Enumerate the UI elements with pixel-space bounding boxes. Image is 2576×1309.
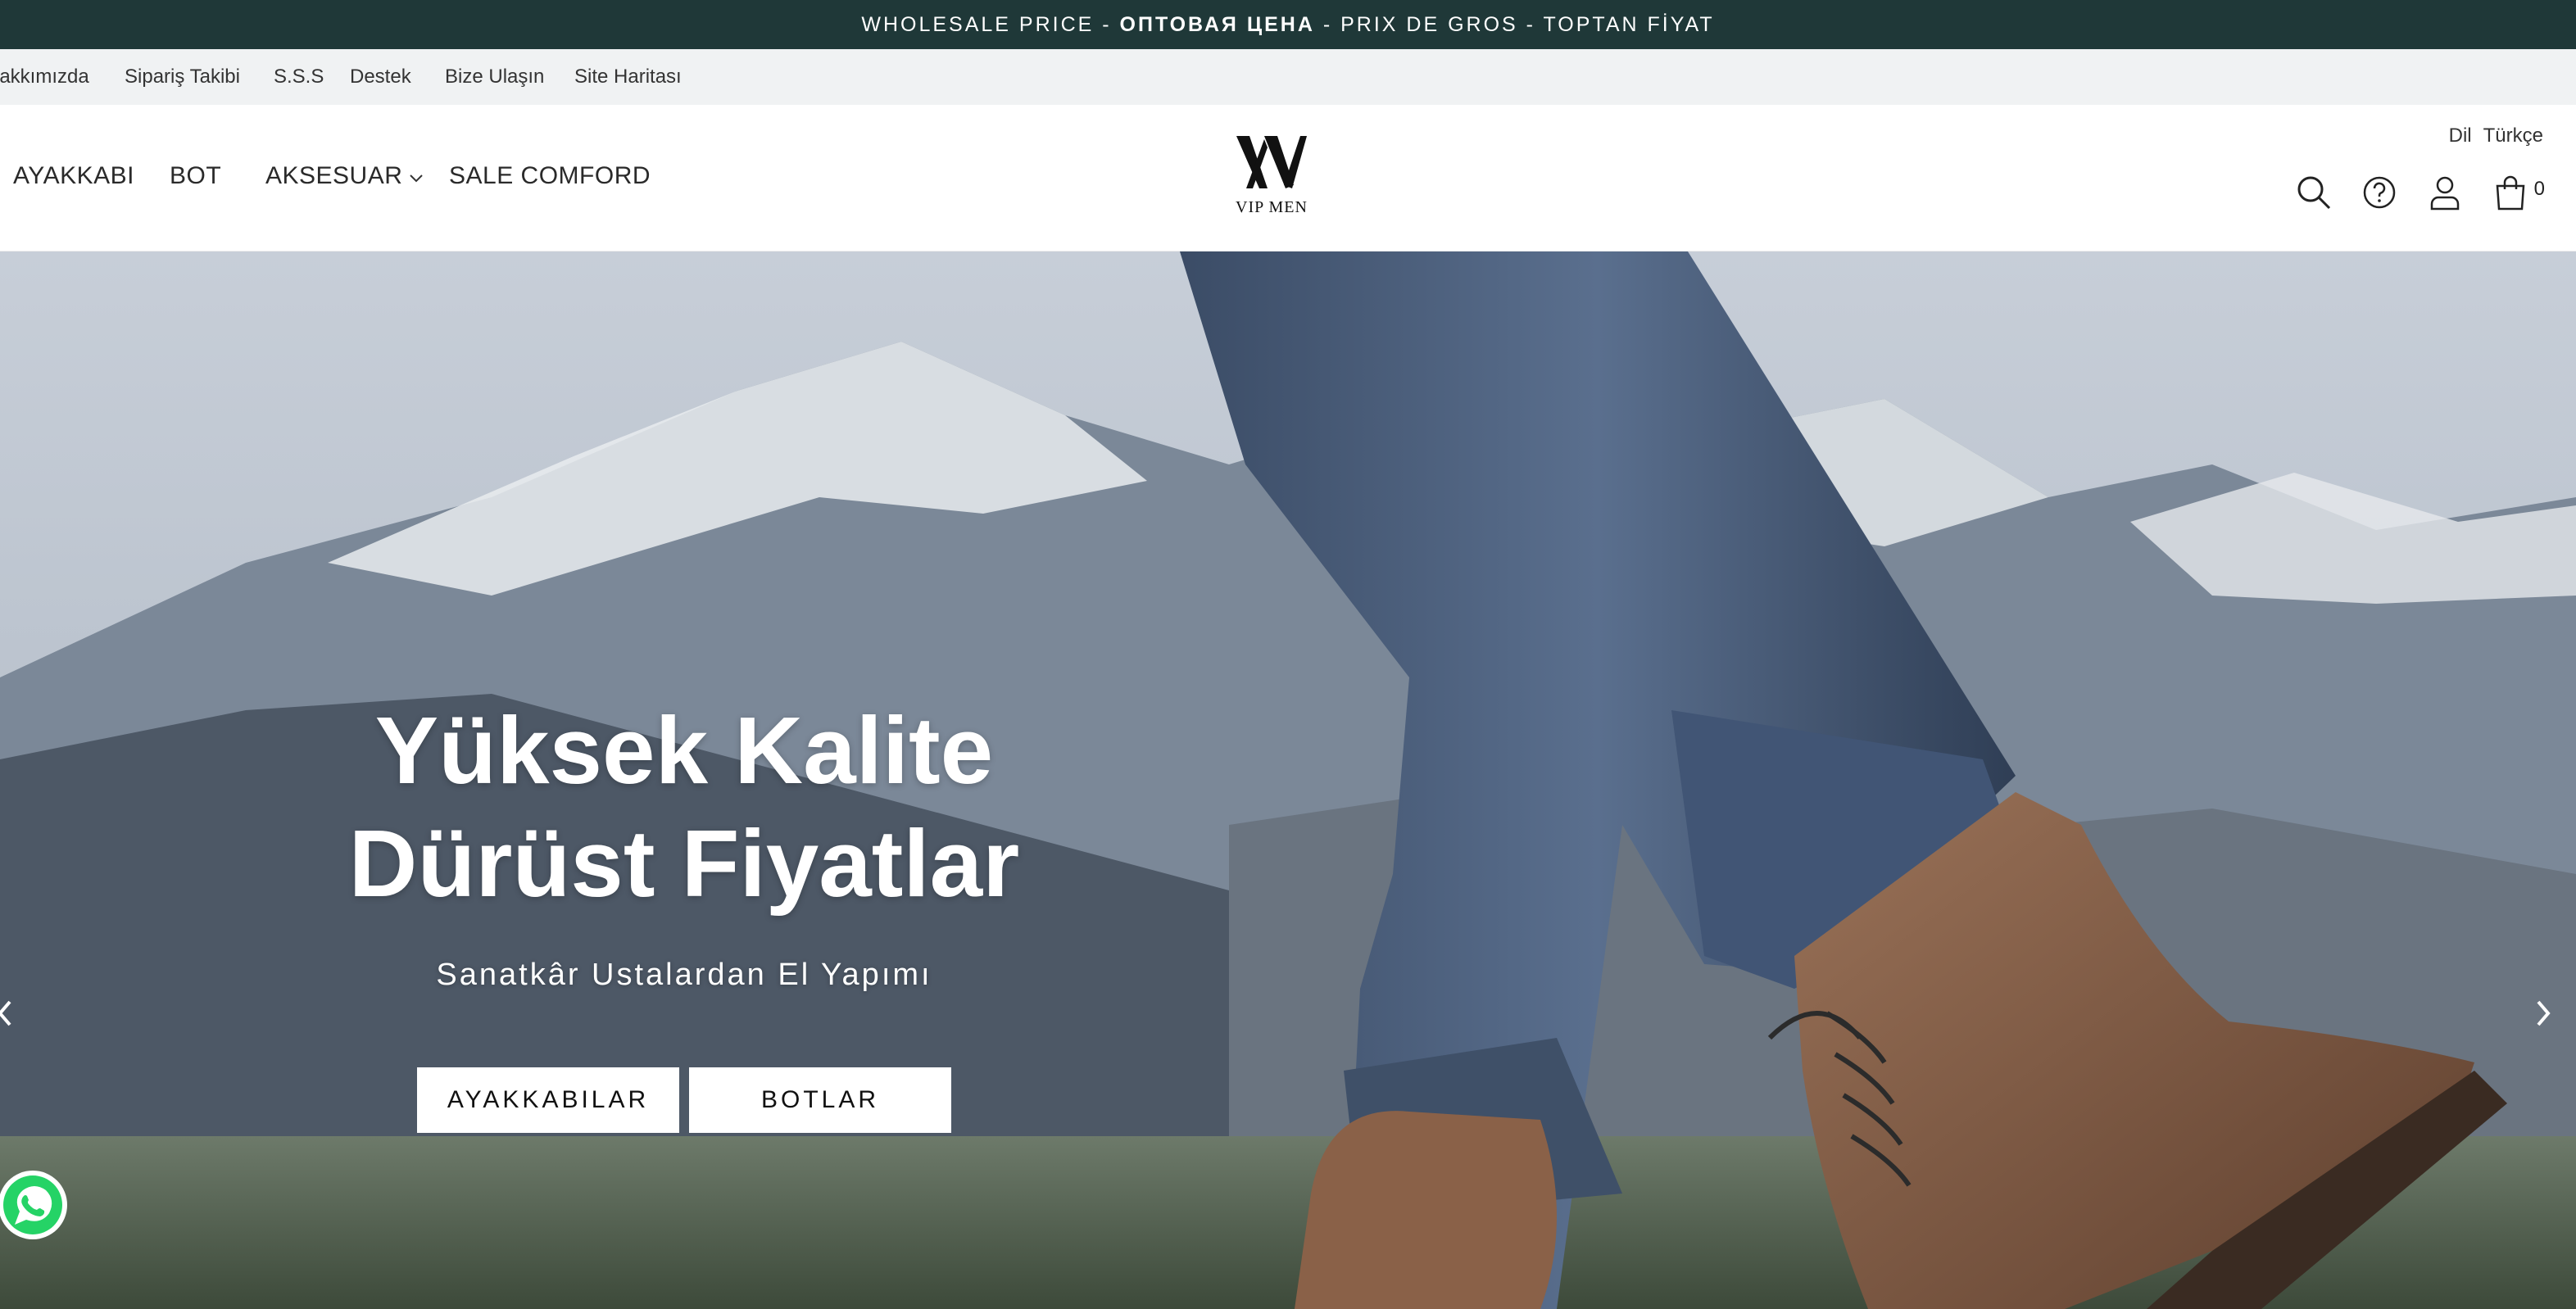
whatsapp-icon[interactable] <box>0 1169 69 1241</box>
logo-brand: VIP MEN <box>1236 198 1308 216</box>
chevron-down-icon <box>409 162 424 190</box>
nav-accessories[interactable]: AKSESUAR <box>265 162 424 190</box>
announcement-bold: ОПТОВАЯ ЦЕНА <box>1119 12 1315 36</box>
cart-icon[interactable] <box>2492 174 2529 211</box>
link-about[interactable]: Hakkımızda <box>0 66 89 88</box>
link-contact[interactable]: Bize Ulaşın <box>445 66 544 88</box>
hero-subtitle: Sanatkâr Ustalardan El Yapımı <box>436 958 932 992</box>
nav-sale[interactable]: SALE COMFORD <box>449 162 651 190</box>
main-header: AYAKKABI BOT AKSESUAR SALE COMFORD VIP M… <box>0 105 2576 251</box>
nav-boots[interactable]: BOT <box>170 162 221 190</box>
chevron-left-icon[interactable] <box>0 989 21 1038</box>
nav-accessories-label: AKSESUAR <box>265 162 403 189</box>
link-sitemap[interactable]: Site Haritası <box>574 66 682 88</box>
cart-count: 0 <box>2533 178 2545 200</box>
chevron-right-icon[interactable] <box>2527 989 2560 1038</box>
language-label: Dil <box>2448 125 2472 147</box>
link-support[interactable]: Destek <box>350 66 411 88</box>
link-faq[interactable]: S.S.S <box>274 66 324 88</box>
announcement-bar: WHOLESALE PRICE - ОПТОВАЯ ЦЕНА - PRIX DE… <box>0 0 2576 49</box>
announcement-text: WHOLESALE PRICE - <box>861 12 1120 36</box>
search-icon[interactable] <box>2295 174 2333 211</box>
help-icon[interactable] <box>2361 174 2398 211</box>
language-selector[interactable]: Dil Türkçe <box>2449 125 2543 147</box>
top-links-bar: Hakkımızda Sipariş Takibi S.S.S Destek B… <box>0 49 2576 105</box>
header-icons: 0 <box>2295 174 2545 211</box>
logo-mark <box>1236 136 1307 188</box>
user-icon[interactable] <box>2426 174 2464 211</box>
hero-title-line2: Dürüst Fiyatlar <box>348 810 1020 917</box>
announcement-text-2: - PRIX DE GROS - TOPTAN FİYAT <box>1314 12 1715 36</box>
hero-title-line1: Yüksek Kalite <box>374 697 994 804</box>
shoes-button[interactable]: AYAKKABILAR <box>417 1067 679 1133</box>
logo[interactable]: VIP MEN <box>1224 131 1319 226</box>
language-value[interactable]: Türkçe <box>2483 125 2543 147</box>
boots-button[interactable]: BOTLAR <box>689 1067 951 1133</box>
nav-shoes[interactable]: AYAKKABI <box>13 162 134 190</box>
hero-slider: Yüksek Kalite Dürüst Fiyatlar Sanatkâr U… <box>0 251 2576 1309</box>
hero-title: Yüksek Kalite Dürüst Fiyatlar <box>328 694 1041 920</box>
link-order-tracking[interactable]: Sipariş Takibi <box>125 66 240 88</box>
